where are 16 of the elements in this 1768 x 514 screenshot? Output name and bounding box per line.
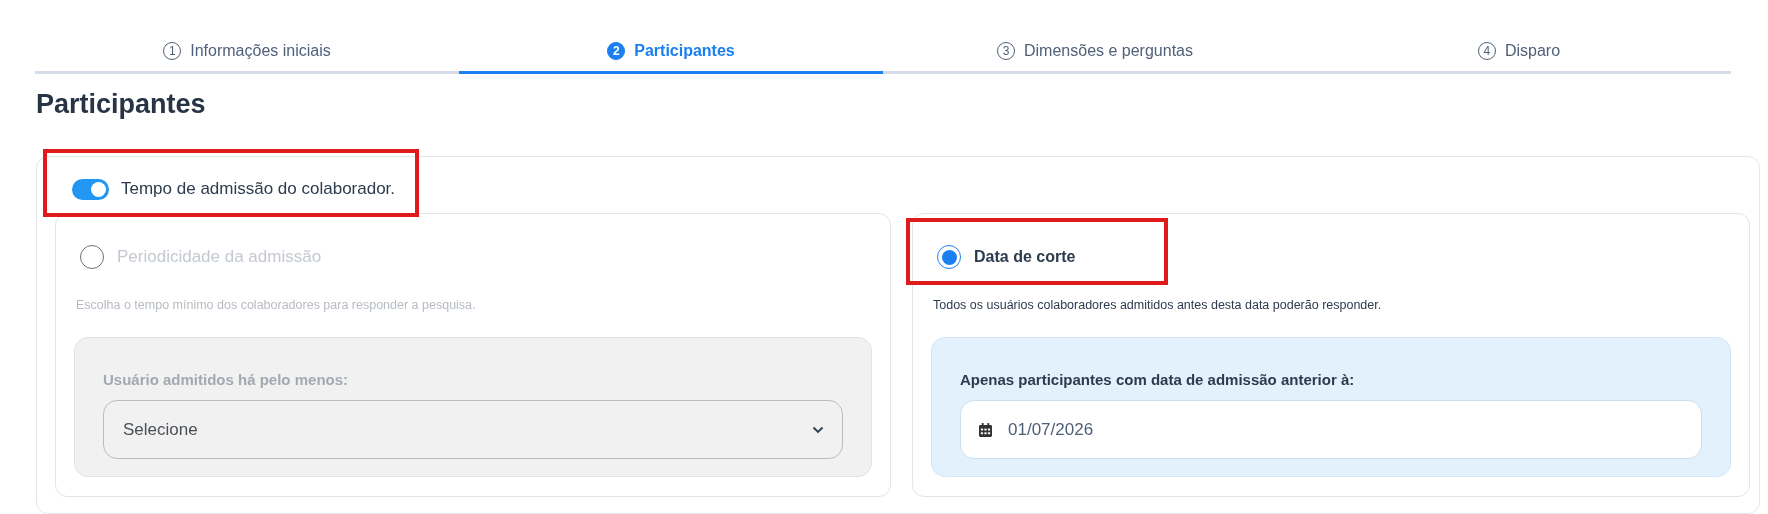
field-label: Apenas participantes com data de admissão anterior à:	[960, 371, 1356, 390]
hint-text: Todos os usuários colaboradores admitidos antes desta data poderão responder.	[933, 298, 1383, 314]
field-label: Usuário admitidos há pelo menos:	[103, 371, 350, 390]
option-label: Data de corte	[974, 248, 1076, 266]
hint-text: Escolha o tempo mínimo dos colaboradores para responder a pesquisa.	[76, 298, 477, 314]
step-tab[interactable]: 3 Dimensões e perguntas	[883, 31, 1307, 74]
step-tab[interactable]: 4 Disparo	[1307, 31, 1731, 74]
step-tab[interactable]: 1 Informações iniciais	[35, 31, 459, 74]
page-heading: Participantes	[36, 88, 207, 121]
calendar-icon	[979, 422, 992, 437]
chevron-down-icon	[812, 425, 824, 434]
toggle-label: Tempo de admissão do colaborador.	[121, 179, 396, 199]
toggle-switch[interactable]	[72, 178, 109, 200]
option-label: Periodicidade da admissão	[117, 247, 322, 267]
date-field[interactable]: 01/07/2026	[960, 400, 1702, 459]
step-tab[interactable]: 2 Participantes	[459, 31, 883, 74]
